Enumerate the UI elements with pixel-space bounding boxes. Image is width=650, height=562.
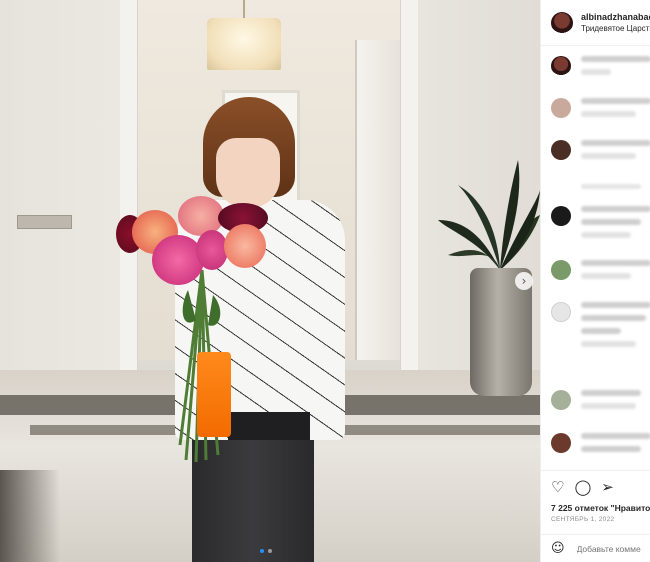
likes-count[interactable]: 7 225 отметок "Нравито (551, 503, 650, 513)
boy-face (216, 138, 280, 208)
avatar[interactable] (551, 206, 571, 226)
plant-leaves (438, 160, 540, 270)
wall (0, 0, 135, 380)
dahlia-flower (196, 230, 228, 270)
carousel-indicator (260, 549, 272, 553)
carousel-dot-active (260, 549, 264, 553)
chevron-right-icon[interactable]: › (515, 272, 533, 290)
avatar[interactable] (551, 302, 571, 322)
list-item (551, 56, 650, 82)
list-item (551, 140, 650, 166)
orange-ribbon (197, 352, 231, 437)
avatar[interactable] (551, 390, 571, 410)
carousel-dot (268, 549, 272, 553)
list-item (551, 302, 650, 354)
comment-input[interactable] (576, 543, 650, 554)
list-item (551, 98, 650, 124)
post-sidebar: albinadzhanabae Тридевятое Царств ♡ ◯ ➢ … (540, 0, 650, 562)
speech-bubble-icon[interactable]: ◯ (574, 479, 591, 495)
smiley-icon[interactable]: ☺ (551, 541, 565, 556)
door-frame (120, 0, 138, 370)
lamp-cord (243, 0, 245, 20)
avatar[interactable] (551, 433, 571, 453)
post-photo[interactable]: › (0, 0, 540, 562)
open-door (355, 40, 400, 360)
avatar[interactable] (551, 56, 571, 76)
post-location[interactable]: Тридевятое Царств (581, 24, 650, 33)
comments-list (541, 48, 650, 458)
list-item (551, 433, 650, 459)
list-item (551, 260, 650, 286)
list-item (551, 206, 650, 245)
post-actions: ♡ ◯ ➢ (541, 470, 650, 496)
avatar[interactable] (551, 140, 571, 160)
heart-icon[interactable]: ♡ (551, 479, 564, 495)
dahlia-flower (224, 224, 266, 268)
ceiling-lamp (207, 18, 281, 70)
floor-inlay (0, 470, 60, 562)
view-replies[interactable] (581, 184, 641, 189)
avatar[interactable] (551, 260, 571, 280)
paper-plane-icon[interactable]: ➢ (601, 479, 614, 495)
post-date: СЕНТЯБРЬ 1, 2022 (551, 516, 615, 523)
light-switch (17, 215, 72, 229)
list-item (551, 390, 641, 416)
door-frame-right (400, 0, 418, 375)
post-username[interactable]: albinadzhanabae (581, 12, 650, 22)
avatar[interactable] (551, 11, 573, 34)
jacket-hem (228, 412, 310, 440)
avatar[interactable] (551, 98, 571, 118)
post-header: albinadzhanabae Тридевятое Царств (541, 0, 650, 46)
add-comment-bar: ☺ (541, 534, 650, 562)
